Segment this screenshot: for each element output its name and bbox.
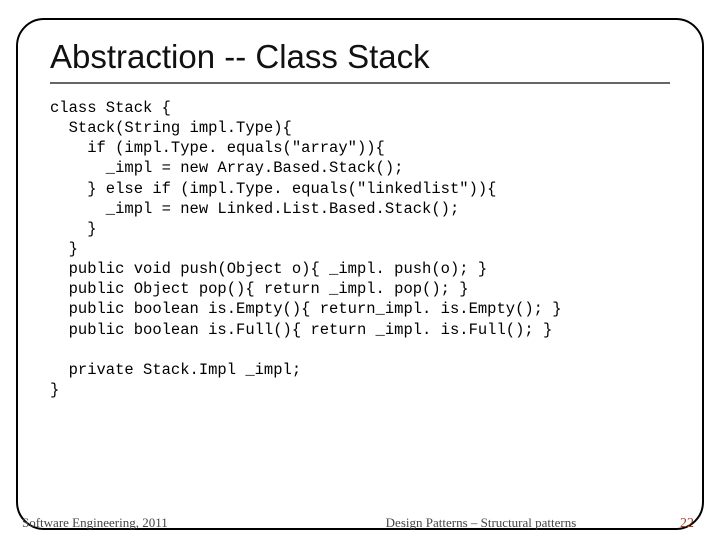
slide-frame: Abstraction -- Class Stack class Stack {…	[16, 18, 704, 530]
slide-footer: Software Engineering, 2011 Design Patter…	[22, 515, 694, 532]
slide: Abstraction -- Class Stack class Stack {…	[0, 0, 720, 540]
slide-title: Abstraction -- Class Stack	[50, 38, 670, 84]
page-number: 22	[634, 516, 694, 532]
code-block: class Stack { Stack(String impl.Type){ i…	[50, 98, 670, 400]
footer-center: Design Patterns – Structural patterns	[328, 515, 634, 531]
footer-left: Software Engineering, 2011	[22, 515, 328, 531]
